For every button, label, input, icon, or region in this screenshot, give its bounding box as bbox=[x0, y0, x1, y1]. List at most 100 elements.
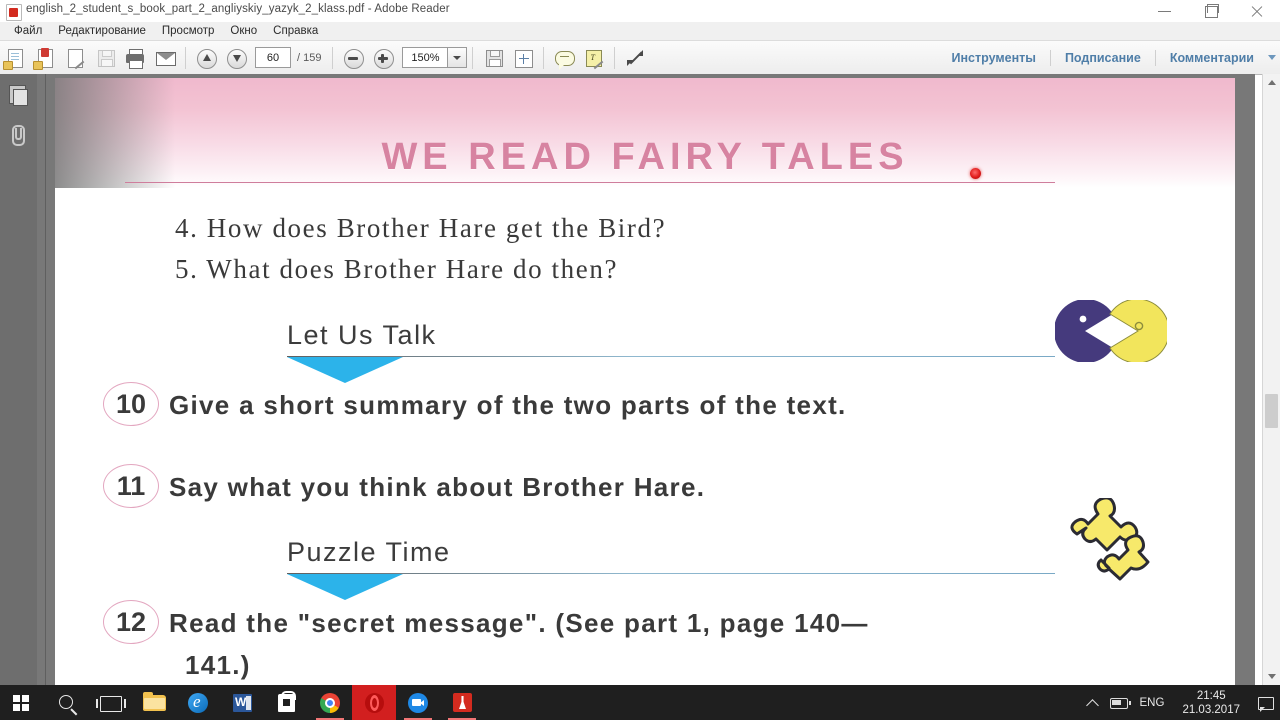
language-indicator[interactable]: ENG bbox=[1132, 697, 1173, 709]
windows-logo-icon bbox=[13, 695, 29, 711]
toolbar-separator-4 bbox=[543, 46, 545, 69]
scroll-down-button[interactable] bbox=[1263, 668, 1280, 685]
toolbar-separator-2 bbox=[332, 46, 334, 69]
vertical-scrollbar[interactable] bbox=[1262, 74, 1280, 685]
scroll-up-button[interactable] bbox=[1263, 74, 1280, 91]
arrow-up-icon bbox=[203, 53, 211, 61]
menu-item-window[interactable]: Окно bbox=[222, 23, 265, 39]
chevron-down-icon[interactable] bbox=[1268, 55, 1276, 60]
create-pdf-corner bbox=[33, 60, 43, 70]
search-button[interactable] bbox=[44, 685, 88, 720]
email-button[interactable] bbox=[152, 45, 178, 71]
save-icon bbox=[486, 49, 504, 67]
fullscreen-group bbox=[620, 41, 650, 74]
question-5: 5. What does Brother Hare do then? bbox=[175, 254, 619, 284]
section-heading: Let Us Talk bbox=[287, 320, 437, 350]
word-button[interactable] bbox=[220, 685, 264, 720]
menu-item-file[interactable]: Файл bbox=[6, 23, 50, 39]
open-file-button[interactable] bbox=[2, 45, 28, 71]
edit-pdf-button[interactable] bbox=[62, 45, 88, 71]
zoom-level-input[interactable]: 150% bbox=[402, 47, 448, 68]
show-hidden-icons-button[interactable] bbox=[1080, 685, 1106, 720]
file-explorer-button[interactable] bbox=[132, 685, 176, 720]
attachments-button[interactable] bbox=[0, 114, 37, 154]
document-viewport[interactable]: WE READ FAIRY TALES 4. How does Brother … bbox=[55, 74, 1255, 685]
tab-comments[interactable]: Комментарии bbox=[1156, 51, 1268, 65]
fit-page-icon bbox=[515, 49, 534, 68]
scroll-down-icon bbox=[1268, 674, 1276, 679]
microsoft-store-button[interactable] bbox=[264, 685, 308, 720]
clock[interactable]: 21:45 21.03.2017 bbox=[1172, 689, 1250, 717]
fullscreen-button[interactable] bbox=[622, 45, 648, 71]
exercise-number: 11 bbox=[103, 464, 159, 508]
minimize-button[interactable] bbox=[1142, 0, 1188, 22]
window-title: english_2_student_s_book_part_2_angliysk… bbox=[26, 3, 450, 15]
create-pdf-tag bbox=[41, 47, 49, 57]
search-icon bbox=[59, 695, 73, 709]
zoom-out-button[interactable] bbox=[340, 45, 366, 71]
close-button[interactable] bbox=[1234, 0, 1280, 22]
clock-time: 21:45 bbox=[1196, 689, 1226, 702]
save-file-icon bbox=[98, 49, 115, 67]
tab-tools[interactable]: Инструменты bbox=[938, 51, 1050, 65]
battery-button[interactable] bbox=[1106, 685, 1132, 720]
page-thumbnails-icon bbox=[9, 85, 28, 106]
camera-app-button[interactable] bbox=[396, 685, 440, 720]
sidebar-divider-line bbox=[45, 74, 46, 685]
scroll-thumb[interactable] bbox=[1265, 394, 1278, 428]
adobe-reader-icon bbox=[6, 4, 22, 21]
toolbar-separator-5 bbox=[614, 46, 616, 69]
opera-button[interactable] bbox=[352, 685, 396, 720]
restore-icon bbox=[1205, 4, 1219, 18]
next-page-button[interactable] bbox=[223, 45, 249, 71]
previous-page-button[interactable] bbox=[193, 45, 219, 71]
exercise-number: 12 bbox=[103, 600, 159, 644]
page-title: WE READ FAIRY TALES bbox=[381, 136, 909, 178]
pdf-page: WE READ FAIRY TALES 4. How does Brother … bbox=[55, 78, 1235, 685]
puzzle-pieces-icon bbox=[1070, 498, 1150, 581]
start-button[interactable] bbox=[0, 685, 44, 720]
comment-icon bbox=[555, 50, 576, 70]
edge-icon bbox=[188, 692, 208, 713]
file-tools-group bbox=[0, 41, 180, 74]
adobe-reader-icon bbox=[453, 693, 472, 712]
action-center-button[interactable] bbox=[1250, 685, 1280, 720]
save-file-button[interactable] bbox=[92, 45, 118, 71]
word-icon bbox=[233, 694, 252, 712]
print-button[interactable] bbox=[122, 45, 148, 71]
page-number-input[interactable]: 60 bbox=[255, 47, 291, 68]
minus-icon bbox=[348, 56, 359, 60]
menu-item-edit[interactable]: Редактирование bbox=[50, 23, 154, 39]
text-markup-button[interactable]: T bbox=[581, 45, 607, 71]
create-pdf-button[interactable] bbox=[32, 45, 58, 71]
chrome-icon bbox=[320, 693, 340, 713]
comment-group: T bbox=[549, 41, 609, 74]
menu-item-view[interactable]: Просмотр bbox=[154, 23, 223, 39]
exercise-number: 10 bbox=[103, 382, 159, 426]
question-4: 4. How does Brother Hare get the Bird? bbox=[175, 213, 667, 243]
add-comment-button[interactable] bbox=[551, 45, 577, 71]
menu-item-help[interactable]: Справка bbox=[265, 23, 326, 39]
opera-icon bbox=[365, 693, 384, 713]
edge-browser-button[interactable] bbox=[176, 685, 220, 720]
chrome-button[interactable] bbox=[308, 685, 352, 720]
zoom-dropdown-button[interactable] bbox=[447, 47, 468, 68]
attachments-icon bbox=[10, 124, 25, 146]
task-view-button[interactable] bbox=[88, 685, 132, 720]
navigation-sidebar bbox=[0, 74, 55, 685]
email-icon bbox=[156, 51, 176, 66]
page-thumbnails-button[interactable] bbox=[0, 74, 37, 114]
window-controls bbox=[1142, 0, 1280, 22]
exercise-text: Read the "secret message". (See part 1, … bbox=[169, 608, 869, 638]
zoom-in-button[interactable] bbox=[370, 45, 396, 71]
toolbar-separator-3 bbox=[472, 46, 474, 69]
title-bar: english_2_student_s_book_part_2_angliysk… bbox=[0, 0, 1280, 23]
adobe-reader-button[interactable] bbox=[440, 685, 484, 720]
save-snapshot-button[interactable] bbox=[480, 45, 506, 71]
fit-page-button[interactable] bbox=[510, 45, 536, 71]
restore-button[interactable] bbox=[1188, 0, 1234, 22]
right-tabs: Инструменты Подписание Комментарии bbox=[938, 41, 1280, 74]
adobe-reader-window: english_2_student_s_book_part_2_angliysk… bbox=[0, 0, 1280, 720]
tab-sign[interactable]: Подписание bbox=[1051, 51, 1155, 65]
section-heading: Puzzle Time bbox=[287, 537, 451, 567]
